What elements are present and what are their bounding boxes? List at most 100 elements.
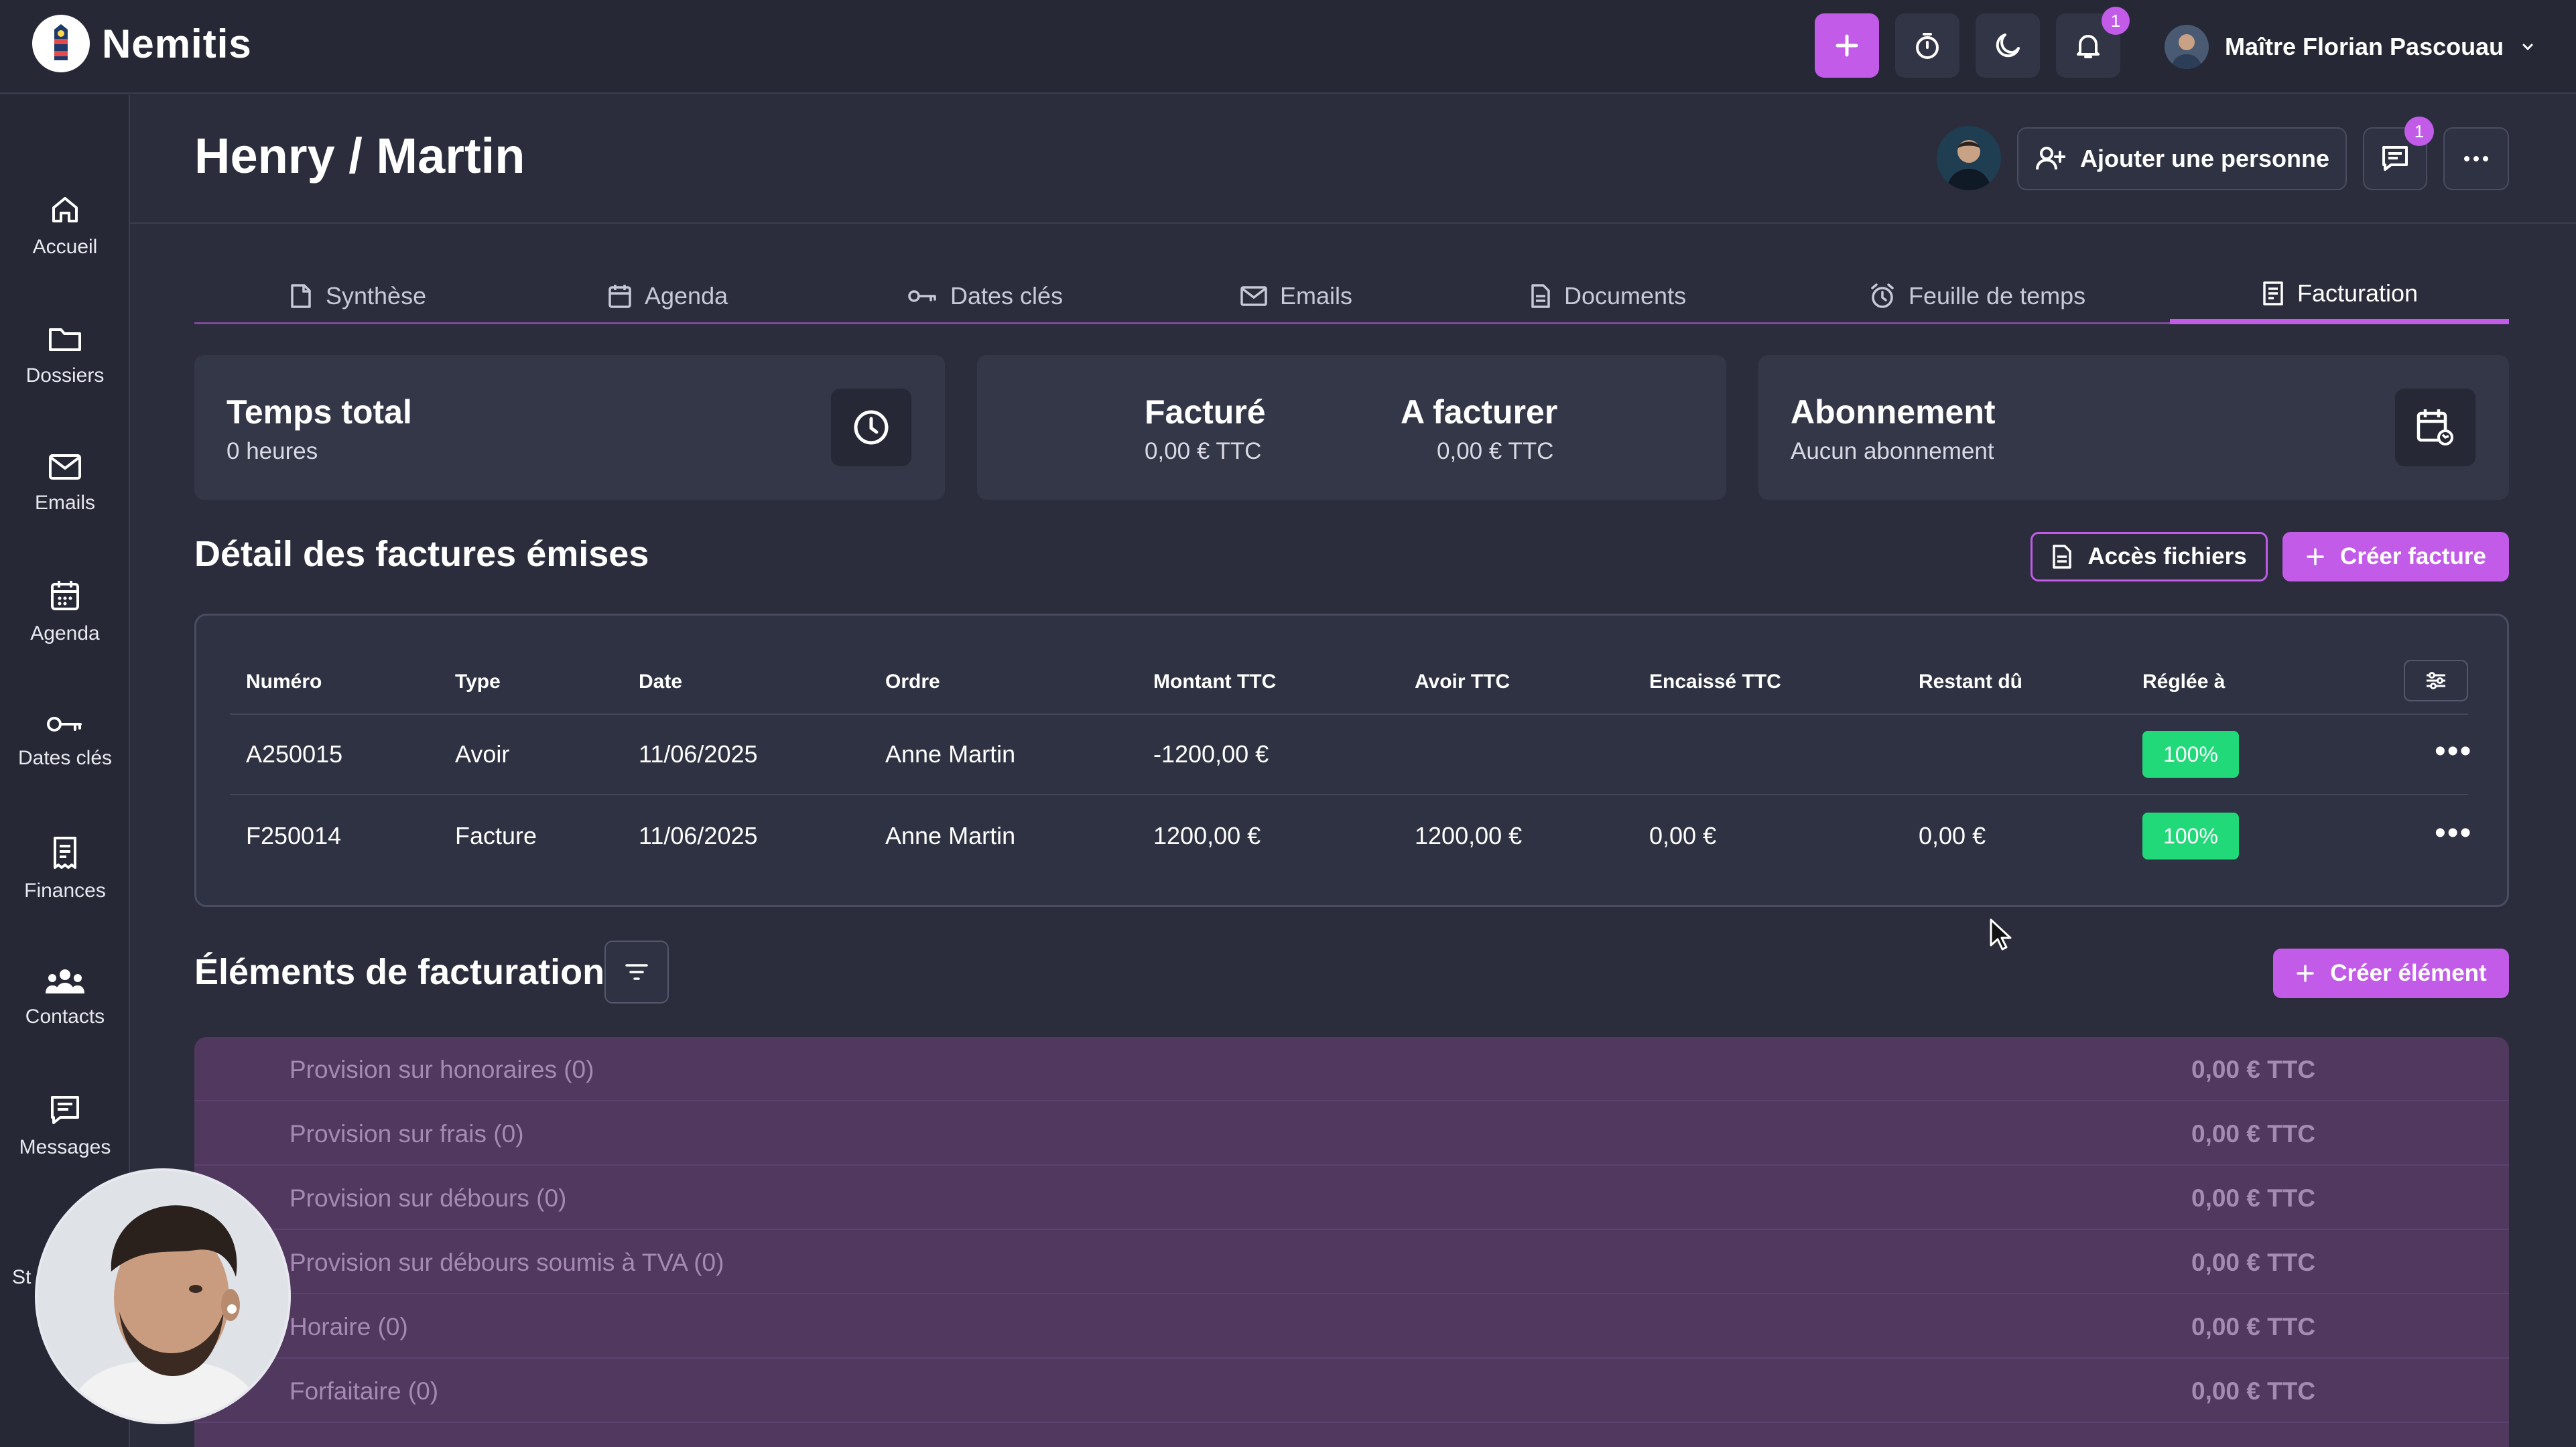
column-header-montant[interactable]: Montant TTC [1153,671,1276,693]
tab-label: Dates clés [950,282,1064,309]
billed-value: 0,00 € TTC [1145,438,1262,464]
clock-icon [854,410,889,445]
sidebar-item-accueil[interactable]: Accueil [0,176,130,276]
file-icon [2053,545,2072,569]
column-header-reglee[interactable]: Réglée à [2142,671,2225,693]
column-header-date[interactable]: Date [639,671,682,693]
quick-add-button[interactable] [1815,13,1879,78]
dark-mode-toggle[interactable] [1976,13,2040,78]
sidebar-item-label: Messages [19,1136,111,1158]
mail-icon [49,454,81,480]
invoice-icon [2263,281,2283,305]
card-value: Aucun abonnement [1791,438,1994,464]
element-amount: 0,00 € TTC [2191,1313,2316,1340]
tab-synthese[interactable]: Synthèse [288,268,426,324]
sidebar-item-contacts[interactable]: Contacts [0,947,130,1048]
cell-encaisse: 0,00 € [1649,822,1717,849]
card-title: Abonnement [1791,393,1996,431]
column-header-ordre[interactable]: Ordre [885,671,940,693]
list-item[interactable]: Provision sur débours (0) 0,00 € TTC [194,1166,2509,1230]
tab-label: Emails [1280,282,1353,309]
create-element-button[interactable]: Créer élément [2273,949,2509,998]
assigned-person-avatar[interactable] [1937,126,2001,190]
tab-dates-cles[interactable]: Dates clés [907,268,1063,324]
calendar-refresh-icon [2417,409,2453,445]
sidebar-item-label: Dossiers [25,364,105,387]
cell-type: Facture [455,822,537,849]
tab-facturation[interactable]: Facturation [2170,268,2509,324]
sidebar-item-finances[interactable]: Finances [0,819,130,919]
sidebar-item-dates-cles[interactable]: Dates clés [0,690,130,790]
sidebar-item-agenda[interactable]: Agenda [0,561,130,662]
sidebar-item-label: Finances [24,880,106,902]
add-person-button[interactable]: Ajouter une personne [2017,127,2347,190]
element-amount: 0,00 € TTC [2191,1184,2316,1212]
cell-ordre: Anne Martin [885,740,1016,768]
card-title: Temps total [227,393,412,431]
sidebar-item-label-partial[interactable]: St [12,1266,31,1289]
create-invoice-button[interactable]: Créer facture [2282,532,2509,581]
key-icon [47,717,82,732]
tab-agenda[interactable]: Agenda [607,268,728,324]
billing-elements-title: Éléments de facturation [194,952,605,992]
timer-button[interactable] [1895,13,1959,78]
sidebar-item-label: Emails [34,492,95,514]
list-item[interactable]: Forfaitaire (0) 0,00 € TTC [194,1359,2509,1423]
element-label: Provision sur débours (0) [289,1184,567,1212]
element-label: Provision sur frais (0) [289,1120,524,1148]
more-options-button[interactable] [2443,127,2509,190]
cell-numero: F250014 [246,822,342,849]
tab-documents[interactable]: Documents [1529,268,1686,324]
avatar [2165,25,2209,69]
column-header-encaisse[interactable]: Encaissé TTC [1649,671,1781,693]
webcam-overlay [35,1168,291,1424]
element-amount: 0,00 € TTC [2191,1377,2316,1405]
list-item[interactable]: Horaire (0) 0,00 € TTC [194,1294,2509,1359]
filter-button[interactable] [604,941,669,1004]
add-person-label: Ajouter une personne [2079,145,2330,172]
sidebar-item-dossiers[interactable]: Dossiers [0,304,130,405]
files-access-button[interactable]: Accès fichiers [2031,532,2268,581]
folder-icon [49,328,81,351]
mouse-cursor-icon [1989,918,2013,951]
file-icon [1531,284,1550,308]
cell-restant: 0,00 € [1919,822,1986,849]
notifications-button[interactable]: 1 [2056,7,2130,78]
cell-numero: A250015 [246,740,343,768]
files-access-label: Accès fichiers [2087,543,2247,569]
column-header-numero[interactable]: Numéro [246,671,322,693]
list-item[interactable]: Provision sur débours soumis à TVA (0) 0… [194,1230,2509,1294]
list-item[interactable]: Provision sur frais (0) 0,00 € TTC [194,1101,2509,1166]
tab-label: Documents [1564,282,1687,309]
cell-montant: -1200,00 € [1153,740,1269,768]
row-divider [230,713,2468,715]
tab-label: Facturation [2297,279,2419,307]
column-header-avoir[interactable]: Avoir TTC [1415,671,1510,693]
row-divider [230,794,2468,795]
app-logo[interactable]: Nemitis [32,15,252,72]
sidebar-item-emails[interactable]: Emails [0,433,130,533]
to-bill-value: 0,00 € TTC [1437,438,1554,464]
paid-percentage-badge: 100% [2142,813,2239,859]
sidebar-item-messages[interactable]: Messages [0,1076,130,1176]
cell-type: Avoir [455,740,510,768]
mail-icon [1240,286,1267,306]
app-name: Nemitis [102,21,252,66]
column-settings-button[interactable] [2404,660,2468,701]
column-header-restant[interactable]: Restant dû [1919,671,2022,693]
row-actions-menu[interactable]: ••• [2435,736,2472,768]
case-tabs: Synthèse Agenda Dates clés Emails Docume… [194,268,2509,324]
user-menu[interactable]: Maître Florian Pascouau [2165,20,2536,74]
chevron-down-icon [2522,44,2533,51]
row-actions-menu[interactable]: ••• [2435,817,2472,849]
user-plus-icon [2035,147,2065,170]
case-messages-button[interactable]: 1 [2363,117,2434,190]
cell-montant: 1200,00 € [1153,822,1261,849]
tab-emails[interactable]: Emails [1240,268,1352,324]
element-label: Provision sur débours soumis à TVA (0) [289,1249,724,1276]
column-header-type[interactable]: Type [455,671,501,693]
list-item[interactable]: Provision sur honoraires (0) 0,00 € TTC [194,1037,2509,1101]
tab-feuille-de-temps[interactable]: Feuille de temps [1868,268,2085,324]
invoices-table: Numéro Type Date Ordre Montant TTC Avoir… [194,614,2509,907]
alarm-icon [1871,283,1894,308]
